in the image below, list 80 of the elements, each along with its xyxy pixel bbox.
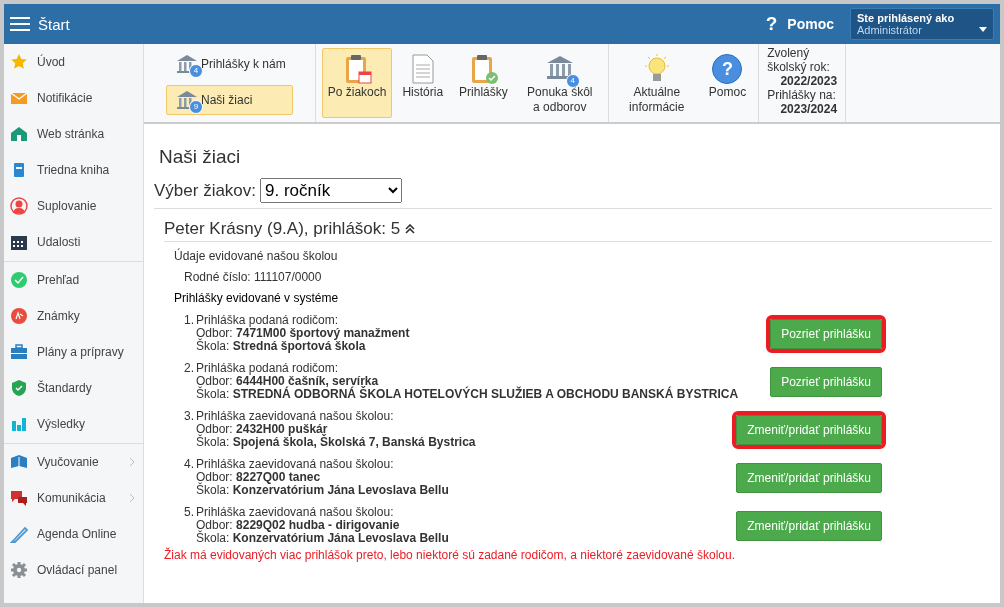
sidebar-item[interactable]: Ovládací panel bbox=[4, 552, 143, 588]
field-of-study: Odbor: 2432H00 puškár bbox=[196, 423, 328, 436]
school-name: Škola: Stredná športová škola bbox=[196, 340, 367, 353]
field-of-study: Odbor: 8227Q00 tanec bbox=[196, 471, 322, 484]
application-type: Prihláška zaevidovaná našou školou: bbox=[196, 506, 395, 519]
sidebar-item[interactable]: Prehľad bbox=[4, 262, 143, 298]
sidebar-item[interactable]: Úvod bbox=[4, 44, 143, 80]
school-name: Škola: Spojená škola, Školská 7, Banská Bystrica bbox=[196, 436, 477, 449]
list-number: 2. bbox=[184, 362, 194, 375]
star-icon bbox=[10, 53, 28, 71]
toolbar-button[interactable]: 9 Naši žiaci bbox=[166, 85, 293, 115]
help-icon: ? bbox=[712, 54, 743, 84]
info-label: Prihlášky na: bbox=[767, 88, 837, 102]
sidebar-item[interactable]: Komunikácia bbox=[4, 480, 143, 516]
sidebar-item[interactable]: Agenda Online bbox=[4, 516, 143, 552]
sidebar-item[interactable]: Známky bbox=[4, 298, 143, 334]
info-value: 2023/2024 bbox=[779, 102, 838, 116]
menu-icon[interactable] bbox=[10, 16, 30, 32]
birth-number: Rodné číslo: 111107/0000 bbox=[184, 270, 323, 284]
toolbar-button[interactable]: Po žiakoch bbox=[321, 48, 393, 118]
info-label: Zvolený školský rok: bbox=[767, 46, 831, 74]
sidebar-item[interactable]: Vyučovanie bbox=[4, 444, 143, 480]
toolbar-button[interactable]: ? Pomoc bbox=[702, 48, 753, 118]
sidebar-item[interactable]: Udalosti bbox=[4, 224, 143, 260]
app-title[interactable]: Štart bbox=[38, 15, 766, 33]
school-name: Škola: STREDNÁ ODBORNÁ ŠKOLA HOTELOVÝCH SLUŽIEB A OBCHODU BANSKÁ BYSTRICA bbox=[196, 388, 740, 401]
school-name: Škola: Konzervatórium Jána Levoslava Bellu bbox=[196, 532, 450, 545]
info-value: 2022/2023 bbox=[779, 74, 838, 88]
field-of-study: Odbor: 8229Q02 hudba - dirigovanie bbox=[196, 519, 401, 532]
bar-chart-icon bbox=[10, 415, 28, 433]
sidebar-item[interactable]: Plány a prípravy bbox=[4, 334, 143, 370]
field-of-study: Odbor: 7471M00 športový manažment bbox=[196, 327, 411, 340]
open-book-icon bbox=[10, 453, 28, 471]
list-number: 5. bbox=[184, 506, 194, 519]
list-number: 1. bbox=[184, 314, 194, 327]
warning-note: Žiak má evidovaných viac prihlášok preto, lebo niektoré sú zadané rodičom, a niektoré zaevidované školou. bbox=[164, 548, 736, 562]
count-badge: 9 bbox=[189, 100, 203, 114]
shield-icon bbox=[10, 379, 28, 397]
school-name: Škola: Konzervatórium Jána Levoslava Bellu bbox=[196, 484, 450, 497]
page-title: Naši žiaci bbox=[159, 146, 242, 169]
caret-icon bbox=[979, 27, 987, 32]
gear-icon bbox=[10, 561, 28, 579]
count-badge: 4 bbox=[189, 64, 203, 78]
chat-bubbles-icon bbox=[10, 489, 28, 507]
application-type: Prihláška zaevidovaná našou školou: bbox=[196, 410, 395, 423]
class-select[interactable]: 9. ročník bbox=[260, 178, 403, 203]
toolbar-button[interactable]: 4 Ponuka škôl a odborov bbox=[517, 48, 602, 118]
selector-label: Výber žiakov: bbox=[154, 180, 257, 201]
toolbar-button[interactable]: Aktuálne informácie bbox=[614, 48, 699, 118]
section-title: Prihlášky evidované v systéme bbox=[174, 291, 340, 305]
section-title: Údaje evidované našou školou bbox=[174, 249, 339, 263]
application-type: Prihláška zaevidovaná našou školou: bbox=[196, 458, 395, 471]
user-name: Administrátor bbox=[857, 24, 923, 36]
calendar-icon bbox=[10, 233, 28, 251]
help-link[interactable]: Pomoc bbox=[787, 16, 834, 32]
help-icon[interactable]: ? bbox=[765, 13, 778, 35]
check-circle-icon bbox=[10, 271, 28, 289]
pen-icon bbox=[10, 525, 28, 543]
student-heading: Peter Krásny (9.A), prihlášok: 5 bbox=[164, 219, 401, 239]
user-menu[interactable]: Ste prihlásený ako Administrátor bbox=[850, 8, 994, 40]
sidebar-item[interactable]: Výsledky bbox=[4, 406, 143, 442]
briefcase-icon bbox=[10, 343, 28, 361]
sidebar-item[interactable]: Web stránka bbox=[4, 116, 143, 152]
person-icon bbox=[10, 197, 28, 215]
grade-circle-icon bbox=[10, 307, 28, 325]
toolbar-button[interactable]: 4 Prihlášky k nám bbox=[166, 49, 293, 79]
house-icon bbox=[10, 125, 28, 143]
sidebar-item[interactable]: Suplovanie bbox=[4, 188, 143, 224]
sidebar-item[interactable]: Notifikácie bbox=[4, 80, 143, 116]
sidebar-item[interactable]: Štandardy bbox=[4, 370, 143, 406]
application-type: Prihláška podaná rodičom: bbox=[196, 362, 340, 375]
list-number: 3. bbox=[184, 410, 194, 423]
toolbar-button[interactable]: Prihlášky bbox=[453, 48, 514, 118]
user-label: Ste prihlásený ako bbox=[857, 12, 956, 24]
sidebar-item[interactable]: Triedna kniha bbox=[4, 152, 143, 188]
toolbar-button[interactable]: História bbox=[396, 48, 450, 118]
application-type: Prihláška podaná rodičom: bbox=[196, 314, 340, 327]
list-number: 4. bbox=[184, 458, 194, 471]
double-chevron-up-icon[interactable] bbox=[405, 224, 416, 234]
count-badge: 4 bbox=[565, 74, 580, 88]
